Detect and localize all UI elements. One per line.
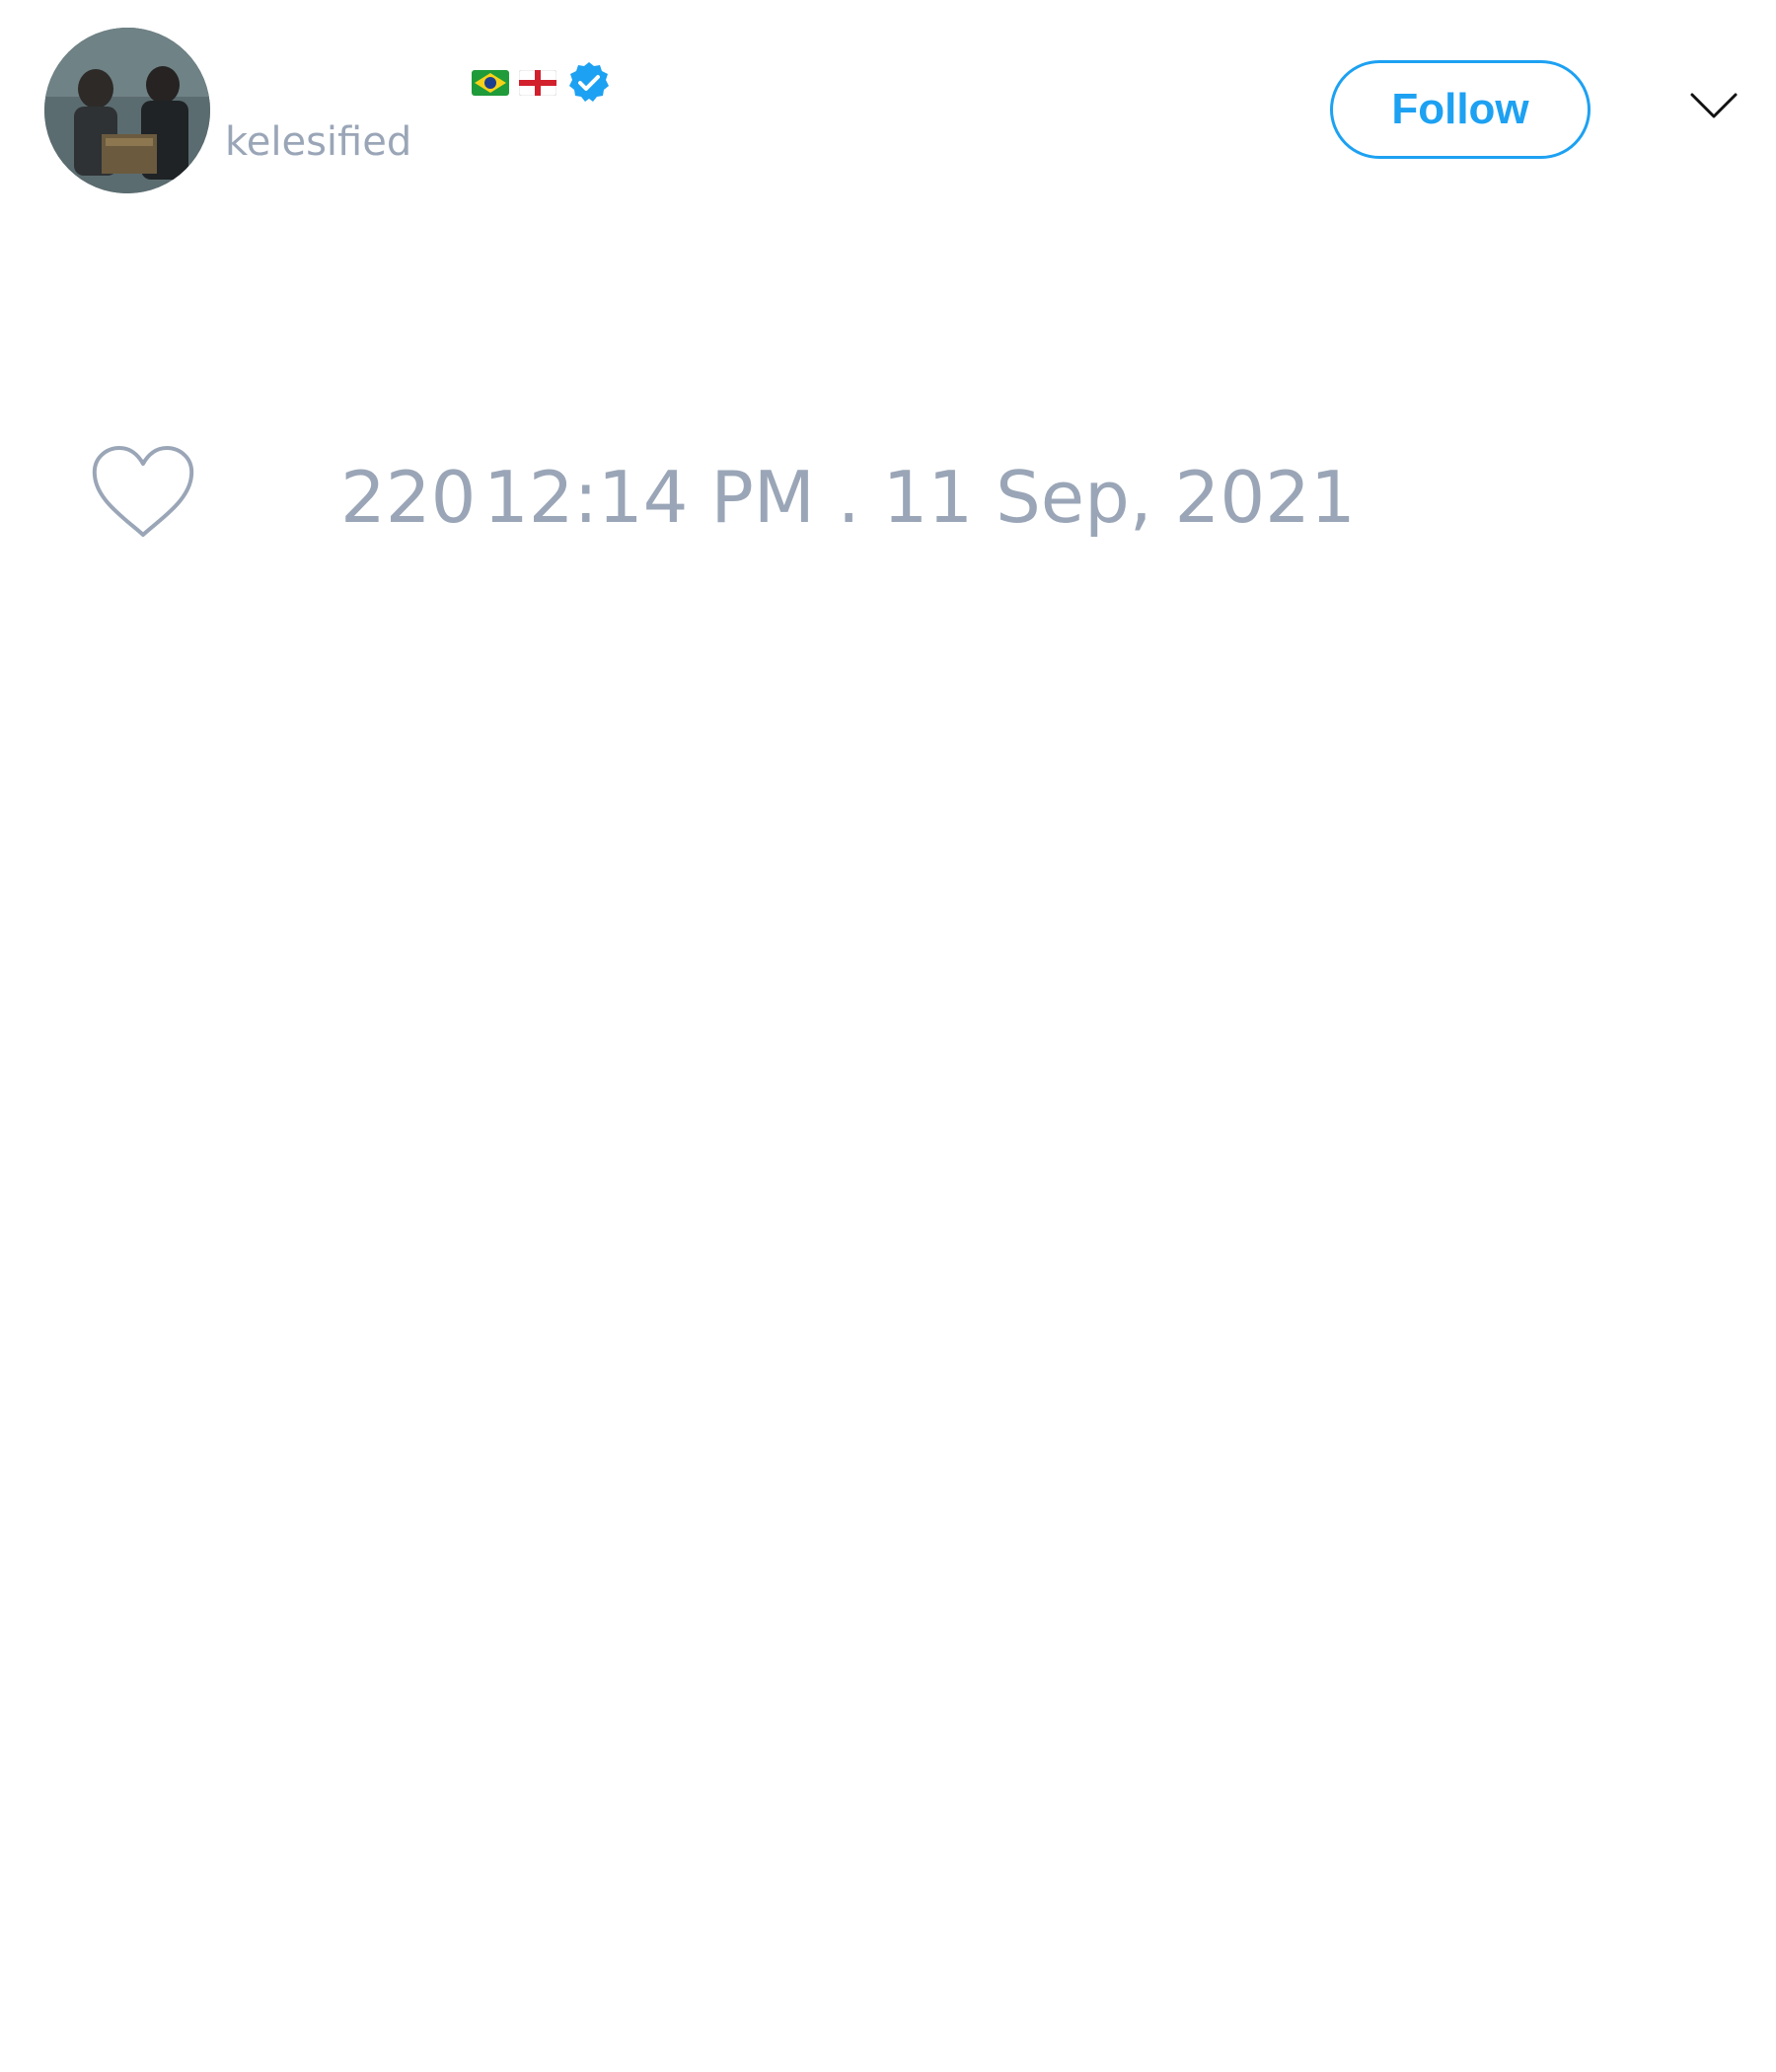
like-count: 220 xyxy=(340,456,477,539)
tweet-actions: 220 12:14 PM . 11 Sep, 2021 xyxy=(89,444,1356,543)
follow-button[interactable]: Follow xyxy=(1330,60,1591,159)
display-name-row xyxy=(472,61,612,105)
heart-icon[interactable] xyxy=(89,444,197,543)
user-handle[interactable]: kelesified xyxy=(225,122,411,162)
chevron-down-icon[interactable] xyxy=(1689,91,1739,120)
brazil-flag-icon xyxy=(472,70,509,96)
avatar[interactable] xyxy=(44,28,210,193)
tweet-timestamp[interactable]: 12:14 PM . 11 Sep, 2021 xyxy=(483,462,1356,533)
tweet-card: kelesified Follow 220 12:14 PM . 11 Sep,… xyxy=(0,0,1776,2072)
verified-badge-icon xyxy=(566,60,612,106)
england-flag-icon xyxy=(519,70,556,96)
